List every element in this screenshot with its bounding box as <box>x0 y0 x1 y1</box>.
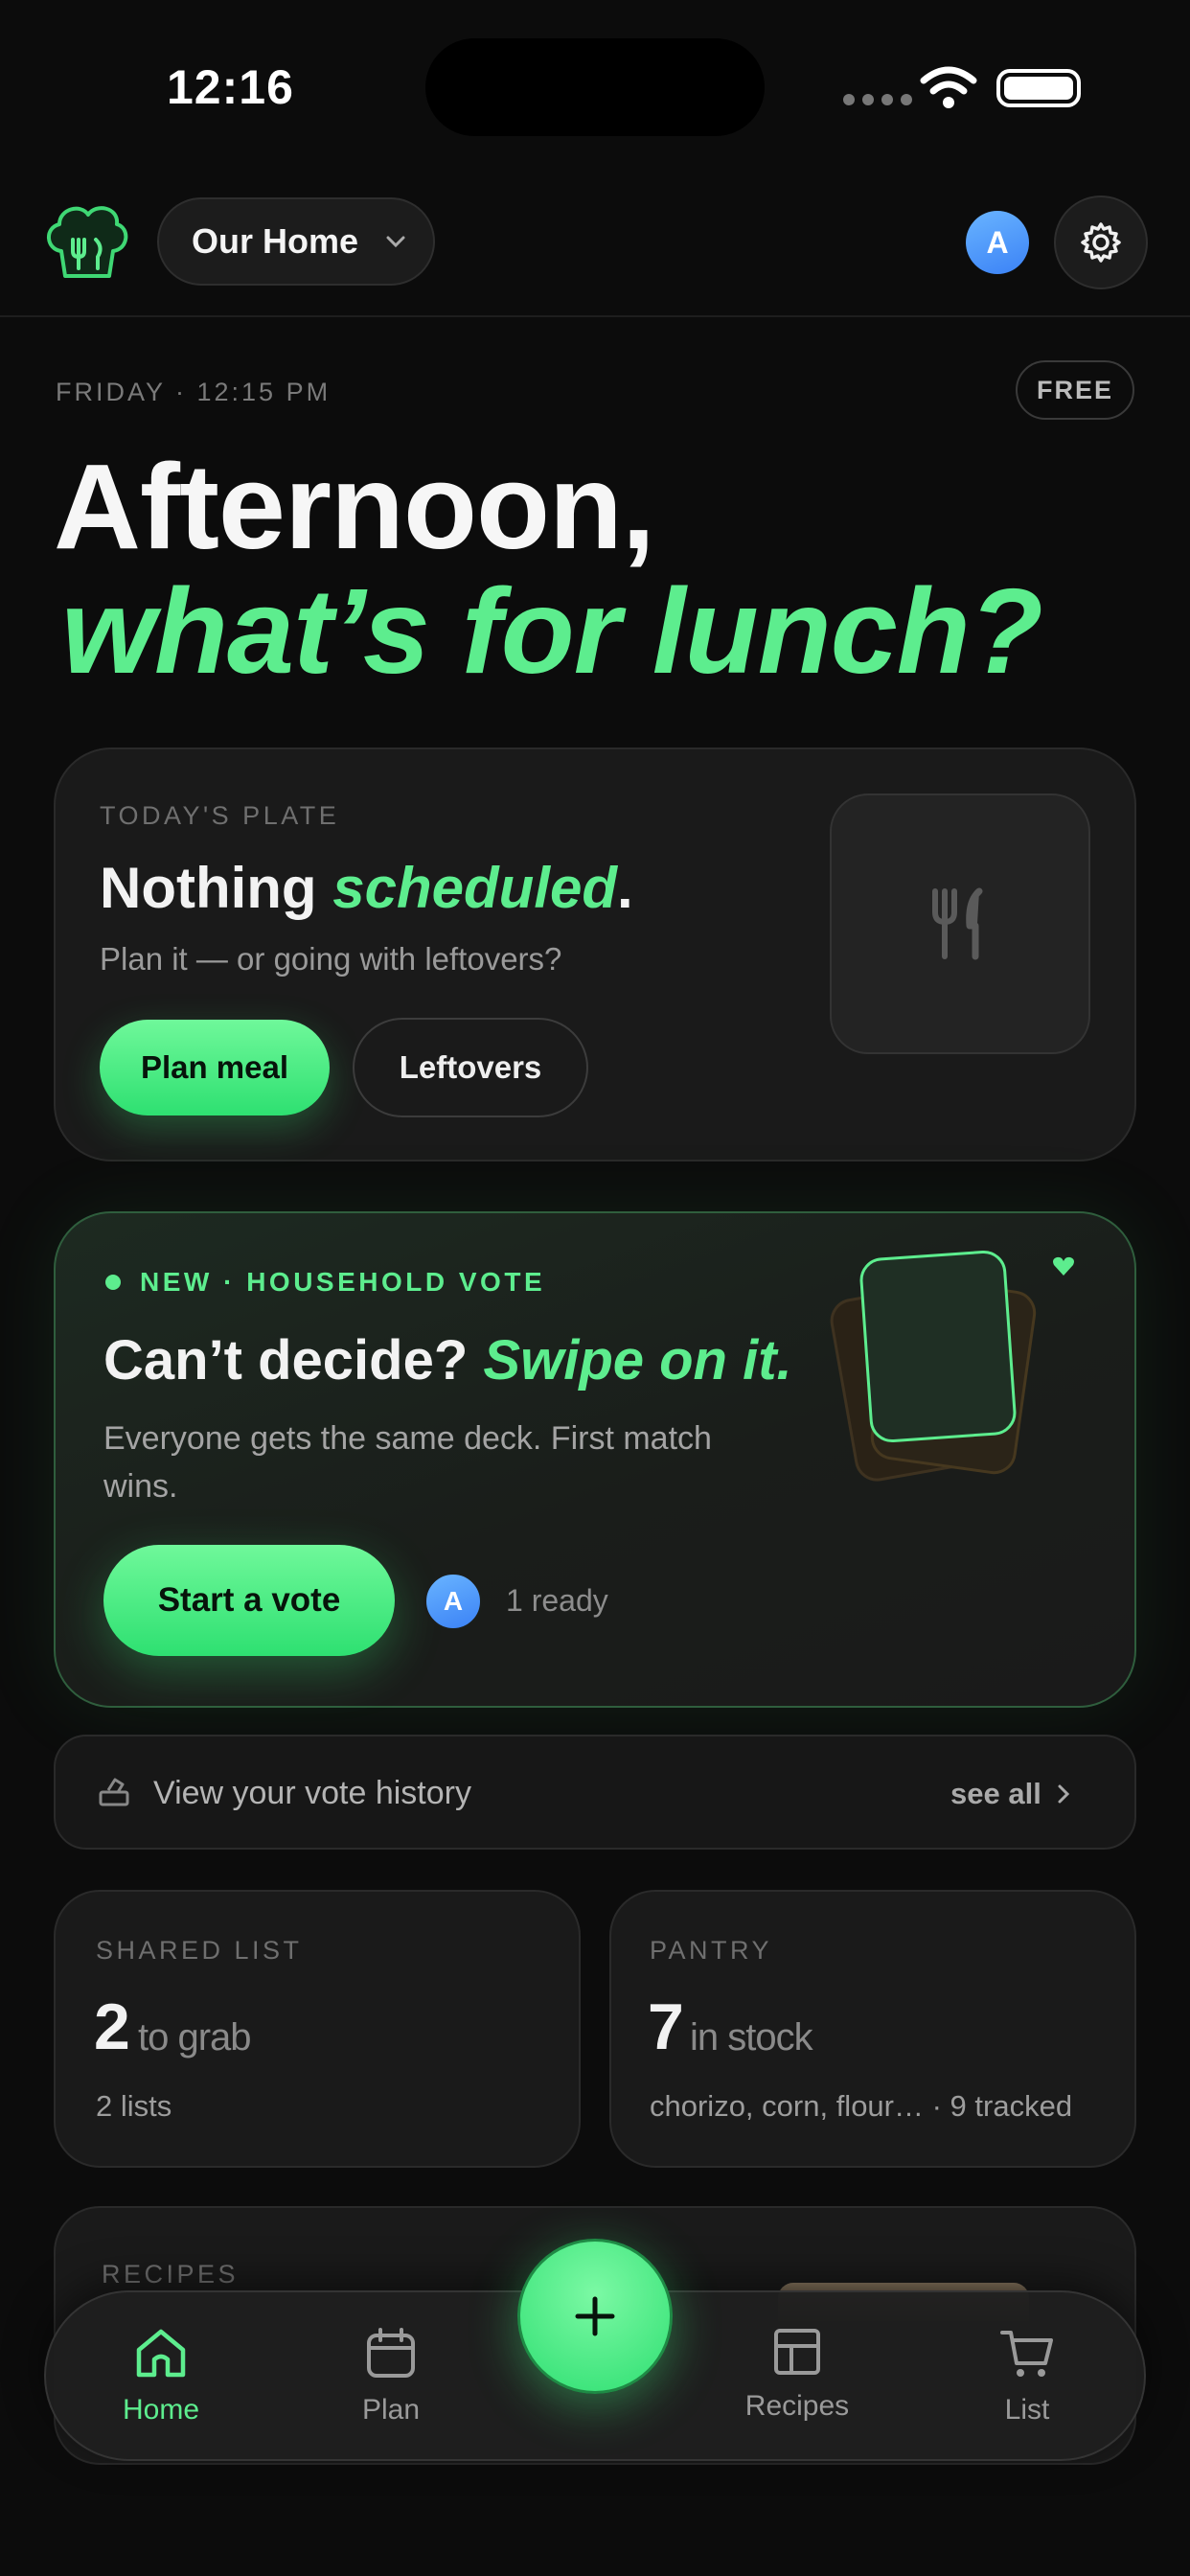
chevron-down-icon <box>386 236 405 248</box>
date-time-label: FRIDAY · 12:15 PM <box>56 378 332 406</box>
tab-home[interactable]: Home <box>84 2327 238 2426</box>
tab-list[interactable]: List <box>950 2327 1104 2426</box>
wifi-icon <box>920 66 977 108</box>
dynamic-island <box>425 38 765 136</box>
pantry-card[interactable] <box>609 1890 1136 2168</box>
heart-icon <box>1053 1256 1074 1276</box>
pantry-eyebrow: PANTRY <box>650 1936 773 1965</box>
greeting-headline: Afternoon, <box>54 439 655 574</box>
card-deck-illustration <box>830 1250 1037 1482</box>
shared-list-unit: to grab <box>138 2016 252 2058</box>
vote-history-label: View your vote history <box>153 1775 471 1811</box>
greeting-question: what’s for lunch? <box>61 564 1043 699</box>
todays-plate-subtitle: Plan it — or going with leftovers? <box>100 941 562 977</box>
ready-count: 1 ready <box>506 1583 608 1618</box>
vote-card-description: Everyone gets the same deck. First match… <box>103 1420 712 1505</box>
tab-plan[interactable]: Plan <box>314 2327 468 2426</box>
plan-meal-button[interactable]: Plan meal <box>100 1020 330 1116</box>
add-button[interactable] <box>517 2239 673 2394</box>
shared-list-sub: 2 lists <box>96 2089 172 2123</box>
plate-placeholder[interactable] <box>830 794 1090 1054</box>
household-selector[interactable]: Our Home <box>157 197 435 286</box>
grid-icon <box>774 2329 820 2375</box>
battery-icon <box>996 69 1081 107</box>
home-icon <box>136 2329 186 2378</box>
header-divider <box>0 315 1190 317</box>
gear-icon <box>1081 222 1121 263</box>
shared-list-card[interactable] <box>54 1890 581 2168</box>
todays-plate-eyebrow: TODAY'S PLATE <box>100 801 340 830</box>
household-name: Our Home <box>192 221 359 261</box>
tab-list-label: List <box>1004 2394 1050 2426</box>
tab-recipes[interactable]: Recipes <box>721 2327 874 2423</box>
shared-list-count: 2 <box>94 1990 130 2063</box>
user-avatar[interactable]: A <box>966 211 1029 274</box>
tab-home-label: Home <box>122 2394 200 2426</box>
household-vote-eyebrow: NEW · HOUSEHOLD VOTE <box>105 1267 545 1298</box>
fork-knife-icon <box>932 887 983 960</box>
ballot-icon <box>99 1778 129 1806</box>
start-vote-button[interactable]: Start a vote <box>103 1545 395 1656</box>
tab-plan-label: Plan <box>361 2394 421 2426</box>
tab-recipes-label: Recipes <box>744 2390 850 2422</box>
new-dot-icon <box>105 1275 121 1290</box>
pantry-unit: in stock <box>690 2016 813 2058</box>
leftovers-button[interactable]: Leftovers <box>353 1018 588 1117</box>
shared-list-eyebrow: SHARED LIST <box>96 1936 303 1965</box>
status-time: 12:16 <box>167 60 294 114</box>
plan-badge[interactable]: FREE <box>1016 360 1134 420</box>
todays-plate-title: Nothing scheduled. <box>100 856 633 920</box>
vote-card-title: Can’t decide? Swipe on it. <box>103 1329 792 1392</box>
cart-icon <box>1000 2331 1053 2377</box>
voter-avatar: A <box>423 1572 483 1631</box>
pantry-count: 7 <box>648 1990 684 2063</box>
pantry-sub: chorizo, corn, flour… · 9 tracked <box>650 2089 1073 2123</box>
chef-hat-logo-icon[interactable] <box>40 201 132 282</box>
calendar-icon <box>367 2328 415 2378</box>
recipes-eyebrow: RECIPES <box>102 2260 240 2288</box>
settings-button[interactable] <box>1054 196 1148 289</box>
plus-icon <box>575 2296 615 2336</box>
cellular-signal-icon <box>843 94 912 105</box>
see-all-link[interactable]: see all <box>950 1777 1070 1811</box>
chevron-right-icon <box>1058 1784 1069 1804</box>
see-all-label: see all <box>950 1777 1041 1810</box>
